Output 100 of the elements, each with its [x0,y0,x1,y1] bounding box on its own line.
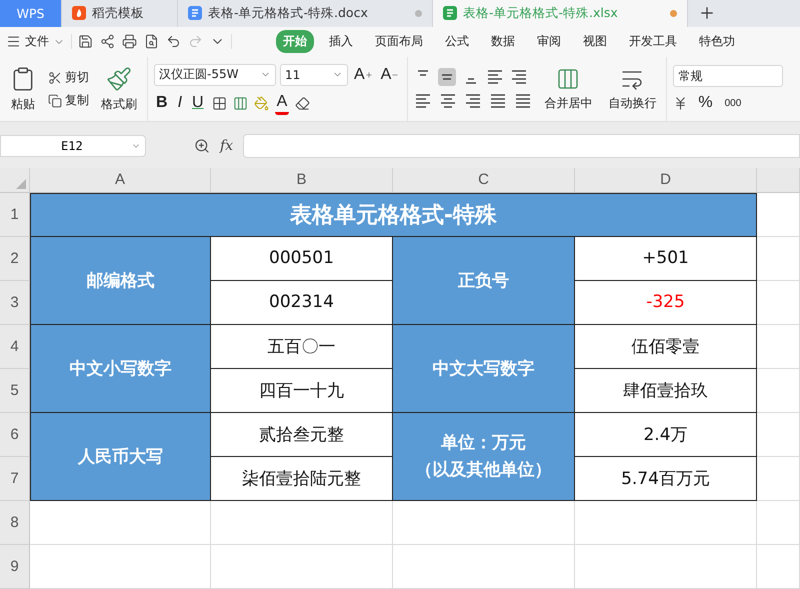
print-button[interactable] [122,34,137,50]
table-cell: 5.74百万元 [575,456,757,501]
merge-center-button[interactable]: 合并居中 [540,66,596,112]
label-text: 中文小写数字 [70,358,172,380]
shrink-font-button[interactable]: A [378,64,402,85]
document-icon [188,6,202,20]
align-middle-icon[interactable] [438,68,456,86]
tab-label: 稻壳模板 [92,4,144,22]
justify-icon[interactable] [489,92,508,110]
ribbon-tab[interactable]: 审阅 [530,30,568,54]
bold-button[interactable]: B [154,93,170,114]
row-header[interactable]: 8 [0,500,30,545]
row-header[interactable]: 5 [0,368,30,413]
indent-decrease-icon[interactable] [486,68,504,86]
column-header[interactable]: B [211,168,393,193]
table-cell: +501 [575,236,757,281]
label-text: 单位：万元 [441,432,526,454]
font-color-button[interactable]: A [274,92,290,115]
wrap-text-button[interactable]: 自动换行 [604,66,660,112]
function-label[interactable]: fx [220,138,234,154]
zoom-button[interactable] [194,138,210,154]
print-preview-button[interactable] [144,34,159,50]
empty-cell [757,236,800,281]
zoom-icon [194,138,210,154]
column-header[interactable]: C [393,168,575,193]
row-header[interactable]: 7 [0,456,30,501]
row-header[interactable]: 2 [0,236,30,281]
thousands-button[interactable]: 000 [722,96,744,110]
grow-font-button[interactable]: A [352,64,375,85]
column-header[interactable]: A [30,168,211,193]
label-text: 人民币大写 [78,446,163,468]
merge-cells-icon [556,66,580,91]
copy-icon [48,94,62,108]
file-menu[interactable]: 文件 [4,33,67,50]
cut-button[interactable]: 剪切 [48,69,89,86]
percent-button[interactable]: % [696,93,715,114]
formula-input[interactable] [243,134,800,158]
table-cell: 肆佰壹拾玖 [575,368,757,413]
save-icon [78,34,93,50]
align-left-icon[interactable] [414,92,432,110]
empty-cell [757,500,800,545]
indent-increase-icon[interactable] [510,68,528,86]
triangle-icon [16,178,26,189]
tab-label: 表格-单元格格式-特殊.docx [208,4,368,22]
redo-icon [188,34,203,50]
ribbon-tab[interactable]: 数据 [484,30,522,54]
number-format-dropdown[interactable]: 常规 [673,65,784,88]
column-header[interactable]: D [575,168,757,193]
borders-icon [212,96,227,111]
empty-cell [757,412,800,457]
table-title: 表格单元格格式-特殊 [30,192,757,237]
print-icon [122,34,137,50]
tab-label: 表格-单元格格式-特殊.xlsx [463,4,618,22]
fill-color-icon [254,96,269,111]
ribbon-tab[interactable]: 特色功 [692,30,742,54]
fill-color-button[interactable] [254,96,269,111]
ribbon-tab[interactable]: 视图 [576,30,614,54]
borders-button[interactable] [212,96,227,111]
font-size: 11 [285,68,300,82]
font-name-dropdown[interactable]: 汉仪正圆-55W [154,64,276,86]
format-painter-button[interactable]: 格式刷 [97,66,141,113]
empty-cell [757,456,800,501]
paintbrush-icon [106,66,132,92]
row-header[interactable]: 1 [0,192,30,237]
undo-button[interactable] [166,34,181,50]
empty-cell [757,544,800,589]
undo-icon [166,34,181,50]
label-text: （以及其他单位） [416,459,552,482]
name-box[interactable]: E12 [0,135,146,158]
ribbon-tab[interactable]: 页面布局 [368,30,430,54]
font-name: 汉仪正圆-55W [159,66,238,84]
ribbon-tab[interactable]: 插入 [322,30,360,54]
share-button[interactable] [100,34,115,50]
italic-button[interactable]: I [176,93,184,114]
empty-cell [757,368,800,413]
label-text: 邮编格式 [86,270,154,292]
paste-button[interactable]: 粘贴 [6,66,40,113]
row-header[interactable]: 6 [0,412,30,457]
row-header[interactable]: 4 [0,324,30,369]
row-header[interactable]: 9 [0,544,30,589]
scissors-icon [48,70,62,85]
ribbon-tab[interactable]: 开发工具 [622,30,684,54]
table-cell: -325 [575,280,757,325]
menu-icon [6,34,21,50]
table-cell: 伍佰零壹 [575,324,757,369]
label-text: 中文大写数字 [432,358,534,380]
eraser-button[interactable] [295,96,310,111]
font-size-dropdown[interactable]: 11 [280,64,348,86]
save-button[interactable] [78,34,93,50]
align-right-icon[interactable] [464,92,482,110]
distribute-icon[interactable] [514,92,532,110]
align-center-icon[interactable] [439,92,458,110]
print-preview-icon [144,34,159,50]
table-cell: 2.4万 [575,412,757,457]
copy-button[interactable]: 复制 [48,92,89,110]
document-icon [443,6,457,20]
row-header[interactable]: 3 [0,280,30,325]
share-icon [100,34,115,50]
underline-button[interactable]: U [190,93,206,114]
ribbon-tab[interactable]: 公式 [438,30,476,54]
